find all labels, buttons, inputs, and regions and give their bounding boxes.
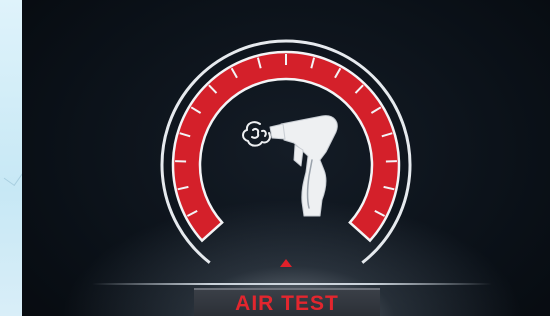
air-test-label: AIR TEST bbox=[235, 292, 339, 315]
background-panel-strip bbox=[0, 0, 22, 316]
gauge-red-band bbox=[171, 50, 401, 243]
floor-line bbox=[92, 283, 492, 285]
air-test-label-box: AIR TEST bbox=[194, 288, 380, 316]
gauge-arc bbox=[160, 39, 412, 264]
air-test-gauge bbox=[160, 39, 412, 264]
air-test-screen: AIR TEST bbox=[22, 0, 550, 316]
air-blowgun-icon bbox=[242, 115, 338, 217]
triangle-indicator-icon bbox=[280, 259, 292, 267]
